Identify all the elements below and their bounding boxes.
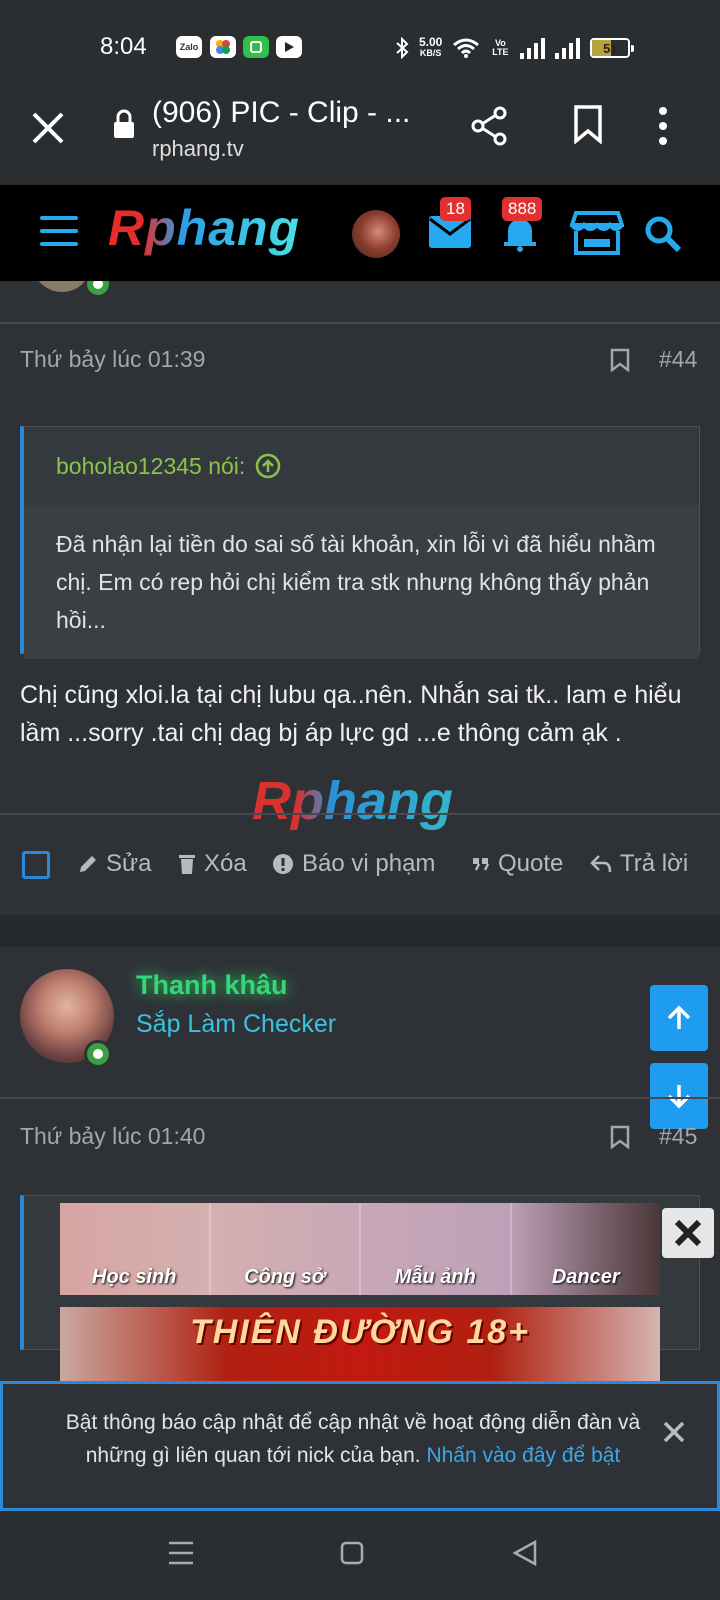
notification-text: Bật thông báo cập nhật để cập nhật về ho…: [65, 1411, 641, 1467]
post-bookmark-icon[interactable]: [610, 348, 630, 373]
signal-icon: [520, 37, 546, 59]
ad-category[interactable]: Công sở: [211, 1203, 361, 1295]
scroll-bottom-button[interactable]: [650, 1063, 708, 1129]
youtube-app-icon: [276, 36, 302, 58]
divider: [0, 1097, 720, 1099]
status-time: 8:04: [100, 33, 147, 60]
online-status-icon: [84, 1040, 112, 1068]
post-number[interactable]: #45: [659, 1123, 697, 1150]
post-date[interactable]: Thứ bảy lúc 01:40: [20, 1123, 205, 1150]
bluetooth-icon: [396, 37, 409, 59]
lock-icon[interactable]: [112, 108, 136, 145]
photos-app-icon: [210, 36, 236, 58]
edit-button[interactable]: Sửa: [78, 850, 151, 878]
site-logo[interactable]: Rphang: [108, 199, 300, 257]
post-bookmark-icon[interactable]: [610, 1125, 630, 1150]
page-title[interactable]: (906) PIC - Clip - ...: [152, 96, 422, 130]
goto-quote-icon[interactable]: [255, 453, 281, 479]
notification-prompt: Bật thông báo cập nhật để cập nhật về ho…: [0, 1381, 720, 1511]
alert-icon: [273, 854, 293, 874]
arrow-down-icon: [667, 1085, 691, 1109]
volte-indicator: Vo LTE: [492, 38, 509, 57]
scroll-top-button[interactable]: [650, 985, 708, 1051]
square-icon: [340, 1541, 364, 1565]
wifi-icon: [453, 38, 480, 58]
close-notification-button[interactable]: [663, 1414, 685, 1451]
delete-button[interactable]: Xóa: [178, 850, 247, 878]
close-icon: [674, 1219, 702, 1247]
reply-button[interactable]: Trả lời: [590, 850, 688, 878]
net-speed: 5.00 KB/S: [419, 35, 443, 58]
post-number[interactable]: #44: [659, 346, 697, 373]
store-icon[interactable]: [569, 209, 625, 262]
bookmark-icon[interactable]: [572, 104, 604, 149]
ad-category[interactable]: Dancer: [512, 1203, 661, 1295]
site-header: Rphang 18 888: [0, 185, 720, 281]
mail-count-badge: 18: [440, 197, 471, 221]
post-message: Chị cũng xloi.la tại chị lubu qa..nên. N…: [20, 681, 682, 747]
enable-notifications-link[interactable]: Nhấn vào đây để bật: [426, 1444, 620, 1467]
quote-author[interactable]: boholao12345 nói:: [56, 453, 245, 480]
quote-block: boholao12345 nói: Đã nhận lại tiền do sa…: [20, 426, 700, 659]
close-tab-button[interactable]: [28, 110, 68, 150]
quote-icon: [473, 858, 490, 871]
ad-category[interactable]: Học sinh: [60, 1203, 211, 1295]
post-action-bar: Sửa Xóa Báo vi phạm Quote Trả lời: [0, 815, 720, 915]
wechat-app-icon: [243, 36, 269, 58]
pencil-icon: [80, 856, 96, 872]
post-separator: [0, 915, 720, 947]
status-right: 5.00 KB/S Vo LTE 51: [395, 34, 635, 62]
status-bar: 8:04 Zalo 5.00 KB/S Vo LTE 51: [0, 0, 720, 90]
quote-button[interactable]: Quote: [472, 850, 563, 878]
hamburger-menu-icon[interactable]: [40, 216, 78, 246]
ad-category[interactable]: Mẫu ảnh: [361, 1203, 512, 1295]
system-nav-bar: [0, 1511, 720, 1600]
poster-title: Sắp Làm Checker: [136, 1010, 337, 1038]
battery-icon: 51: [590, 38, 635, 58]
post-date[interactable]: Thứ bảy lúc 01:39: [20, 346, 205, 373]
signal-icon-2: [555, 37, 581, 59]
search-icon[interactable]: [644, 215, 682, 258]
back-button[interactable]: [512, 1539, 538, 1572]
close-icon: [663, 1421, 685, 1443]
close-icon: [32, 112, 64, 144]
zalo-app-icon: Zalo: [176, 36, 202, 58]
ad-banner-categories[interactable]: Học sinh Công sở Mẫu ảnh Dancer: [60, 1203, 660, 1295]
menu-lines-icon: [169, 1541, 193, 1565]
ad-banner[interactable]: THIÊN ĐƯỜNG 18+: [60, 1307, 660, 1381]
home-button[interactable]: [340, 1541, 364, 1570]
share-icon[interactable]: [470, 106, 510, 151]
ad-close-button[interactable]: [662, 1208, 714, 1258]
recent-apps-button[interactable]: [168, 1541, 194, 1570]
trash-icon: [179, 855, 195, 874]
poster-username[interactable]: Thanh khâu: [136, 970, 288, 1001]
more-menu-icon[interactable]: [658, 106, 668, 151]
browser-toolbar: (906) PIC - Clip - ... rphang.tv: [0, 90, 720, 185]
user-avatar[interactable]: [352, 210, 400, 258]
back-triangle-icon: [512, 1539, 537, 1567]
arrow-up-icon: [667, 1005, 691, 1029]
reply-icon: [590, 855, 612, 873]
alert-count-badge: 888: [502, 197, 543, 221]
quote-text: Đã nhận lại tiền do sai số tài khoản, xi…: [24, 505, 699, 659]
select-checkbox[interactable]: [22, 851, 50, 879]
divider: [0, 322, 720, 324]
report-button[interactable]: Báo vi phạm: [272, 850, 435, 878]
page-url[interactable]: rphang.tv: [152, 136, 244, 162]
ad-banner-text: THIÊN ĐƯỜNG 18+: [189, 1313, 531, 1351]
quote-header[interactable]: boholao12345 nói:: [24, 427, 699, 505]
